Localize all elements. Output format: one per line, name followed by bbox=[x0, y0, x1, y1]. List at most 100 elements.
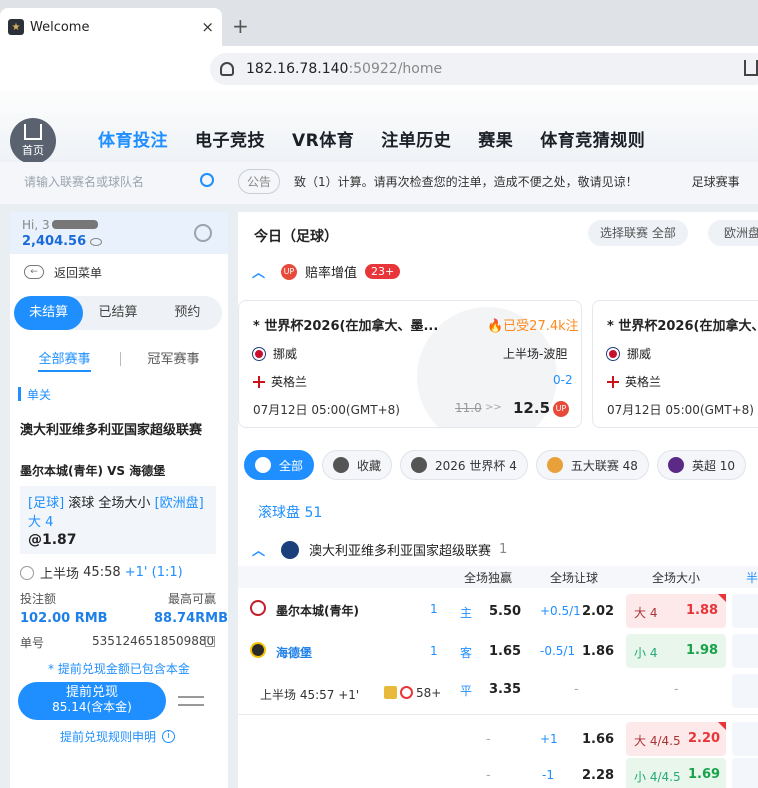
odds-format-dropdown[interactable]: 欧洲盘 bbox=[708, 220, 758, 246]
total-empty: - bbox=[674, 682, 679, 697]
browser-tab[interactable]: ★ Welcome × bbox=[0, 8, 222, 46]
nav-bet-history[interactable]: 注单历史 bbox=[381, 126, 451, 151]
copy-icon[interactable] bbox=[205, 636, 215, 647]
select-league-dropdown[interactable]: 选择联赛 全部 bbox=[588, 220, 688, 246]
nav-sports-betting[interactable]: 体育投注 bbox=[98, 126, 168, 151]
search-placeholder: 请输入联赛名或球队名 bbox=[24, 174, 145, 189]
live-video-icon[interactable] bbox=[400, 686, 413, 699]
chip-epl[interactable]: 英超 10 bbox=[656, 450, 747, 480]
chip-favorites[interactable]: 收藏 bbox=[322, 450, 393, 480]
card-old-odds: 11.0 bbox=[455, 401, 482, 415]
boost-card[interactable]: * 世界杯2026(在加拿大、墨 挪威 英格兰 07月12日 05:00(GMT… bbox=[592, 300, 758, 428]
nav-esports[interactable]: 电子竞技 bbox=[195, 126, 265, 151]
site-favicon-icon: ★ bbox=[8, 19, 24, 35]
back-menu-button[interactable]: ← 返回菜单 bbox=[10, 258, 228, 286]
boost-label: 赔率增值 bbox=[305, 266, 358, 281]
match-clock: 45:58 bbox=[83, 565, 121, 580]
refresh-icon[interactable] bbox=[194, 224, 212, 242]
total-under-cell[interactable]: 小 4 1.98 bbox=[626, 634, 726, 668]
handicap-odds[interactable]: 2.02 bbox=[582, 604, 614, 619]
clock-icon bbox=[20, 565, 34, 580]
lion-icon bbox=[546, 457, 563, 473]
odds-up-indicator bbox=[718, 722, 726, 730]
cashout-rules-link[interactable]: 提前兑现规则申明 i bbox=[60, 728, 176, 745]
seg-unsettled[interactable]: 未结算 bbox=[14, 296, 84, 330]
address-bar[interactable]: 182.16.78.140:50922/home bbox=[210, 53, 758, 85]
chip-top5[interactable]: 五大联赛 48 bbox=[535, 450, 649, 480]
search-icon[interactable] bbox=[200, 173, 214, 187]
subtab-outright[interactable]: 冠军赛事 bbox=[147, 348, 199, 372]
more-markets[interactable]: 58+ bbox=[416, 686, 441, 700]
total-odds: 1.88 bbox=[686, 603, 719, 618]
total-under-cell[interactable]: 小 4/4.5 1.69 bbox=[626, 758, 726, 788]
main-nav: 体育投注 电子竞技 VR体育 注单历史 赛果 体育竞猜规则 bbox=[98, 126, 645, 151]
handicap-label: -1 bbox=[542, 768, 554, 782]
total-odds: 2.20 bbox=[688, 731, 721, 746]
notice-tail: 足球赛事 bbox=[691, 174, 740, 189]
half-cell[interactable] bbox=[732, 634, 758, 668]
total-over-cell[interactable]: 大 4 1.88 bbox=[626, 594, 726, 628]
seg-settled[interactable]: 已结算 bbox=[83, 296, 152, 330]
site-info-icon[interactable] bbox=[220, 62, 234, 76]
moneyline-odds[interactable]: 5.50 bbox=[489, 604, 521, 619]
half-cell[interactable] bbox=[732, 722, 758, 756]
tab-close-icon[interactable]: × bbox=[201, 18, 214, 36]
new-tab-button[interactable]: + bbox=[232, 14, 249, 38]
odds-row: - +1 1.66 大 4/4.5 2.20 bbox=[238, 720, 758, 760]
nav-results[interactable]: 赛果 bbox=[478, 126, 513, 151]
rules-label: 提前兑现规则申明 bbox=[60, 730, 157, 744]
card-time: 07月12日 05:00(GMT+8) bbox=[253, 403, 400, 417]
search-input[interactable]: 请输入联赛名或球队名 bbox=[10, 166, 224, 196]
chip-all[interactable]: 全部 bbox=[244, 450, 315, 480]
chevron-up-icon: ︿ bbox=[252, 544, 266, 559]
balance: 2,404.56 bbox=[22, 234, 87, 249]
moneyline-odds[interactable]: 1.65 bbox=[489, 644, 521, 659]
cashout-button[interactable]: 提前兑现 85.14(含本金) bbox=[18, 682, 166, 720]
stats-icon[interactable] bbox=[384, 686, 397, 699]
notice-badge: 公告 bbox=[238, 168, 281, 194]
handicap-odds[interactable]: 1.86 bbox=[582, 644, 614, 659]
card-new-odds[interactable]: 12.5 bbox=[513, 399, 550, 417]
bet-match: 墨尔本城(青年) VS 海德堡 bbox=[20, 464, 166, 478]
nav-vr-sports[interactable]: VR体育 bbox=[292, 126, 354, 151]
home-button[interactable]: 首页 bbox=[10, 118, 56, 164]
league-emblem-icon bbox=[281, 540, 300, 559]
grid-icon bbox=[255, 457, 271, 473]
league-count: 1 bbox=[499, 542, 508, 557]
seg-reserved[interactable]: 预约 bbox=[153, 296, 222, 330]
handicap-empty: - bbox=[574, 682, 579, 697]
eye-icon[interactable] bbox=[90, 238, 102, 246]
team-home-name: 挪威 bbox=[627, 347, 652, 361]
card-team-away: 英格兰 bbox=[607, 373, 661, 390]
today-title: 今日（足球） bbox=[254, 229, 338, 245]
league-header[interactable]: ︿ 澳大利亚维多利亚国家超级联赛 1 bbox=[252, 540, 507, 559]
total-over-cell[interactable]: 大 4/4.5 2.20 bbox=[626, 722, 726, 756]
chip-label: 收藏 bbox=[357, 458, 382, 473]
boost-card[interactable]: * 世界杯2026(在加拿大、墨... 🔥已受27.4k注 挪威 英格兰 上半场… bbox=[238, 300, 582, 428]
bet-detail-box: [足球] 滚球 全场大小 [欧洲盘] 大 4 @1.87 bbox=[20, 486, 216, 554]
half-cell[interactable] bbox=[732, 594, 758, 628]
half-cell[interactable] bbox=[732, 758, 758, 788]
half-cell[interactable] bbox=[732, 674, 758, 708]
card-hot-badge: 🔥已受27.4k注 bbox=[487, 319, 579, 334]
home-score: 1 bbox=[430, 602, 438, 616]
download-icon[interactable] bbox=[744, 60, 758, 76]
team-away-name: 英格兰 bbox=[625, 375, 662, 389]
chip-label: 英超 10 bbox=[691, 458, 736, 473]
moneyline-empty: - bbox=[486, 732, 491, 747]
handicap-odds[interactable]: 1.66 bbox=[582, 732, 614, 747]
cashout-label: 提前兑现 bbox=[65, 685, 118, 700]
team-away-name: 英格兰 bbox=[271, 375, 308, 389]
chip-worldcup[interactable]: 2026 世界杯 4 bbox=[400, 450, 528, 480]
odds-row: 上半场 45:57 +1' 58+ 平 3.35 - - bbox=[238, 674, 758, 714]
odds-boost-header[interactable]: ︿ UP 赔率增值 23+ bbox=[252, 262, 401, 281]
cashout-slider-icon[interactable] bbox=[178, 690, 206, 712]
card-title: * 世界杯2026(在加拿大、墨 bbox=[607, 319, 758, 334]
subtab-all-events[interactable]: 全部赛事 bbox=[38, 348, 91, 372]
handicap-odds[interactable]: 2.28 bbox=[582, 768, 614, 783]
row-divider bbox=[238, 714, 758, 715]
england-flag-icon bbox=[607, 375, 619, 388]
moneyline-odds[interactable]: 3.35 bbox=[489, 682, 521, 697]
total-odds: 1.69 bbox=[688, 767, 721, 782]
nav-rules[interactable]: 体育竞猜规则 bbox=[540, 126, 645, 151]
